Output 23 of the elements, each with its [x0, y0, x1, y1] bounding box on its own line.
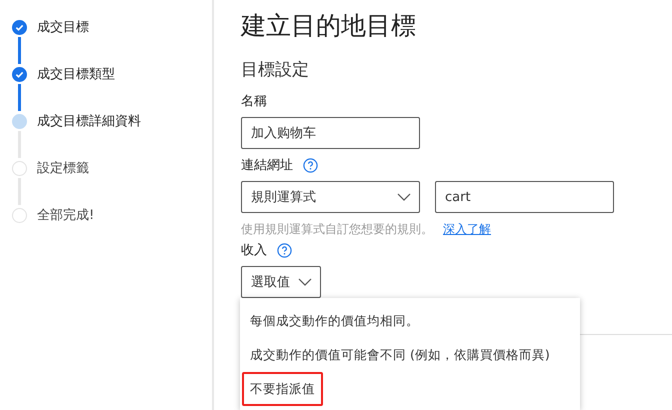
menu-option[interactable]: 每個成交動作的價值均相同。: [242, 304, 427, 338]
name-input[interactable]: 加入购物车: [241, 117, 420, 149]
chevron-down-icon: [397, 193, 411, 201]
learn-more-link[interactable]: 深入了解: [443, 221, 491, 238]
help-icon[interactable]: [277, 242, 292, 258]
help-icon[interactable]: [303, 158, 318, 172]
page-title: 建立目的地目標: [241, 10, 417, 42]
field-label: 收入: [241, 242, 267, 259]
section-title: 目標設定: [241, 59, 310, 81]
rule-select[interactable]: 規則運算式: [241, 181, 420, 213]
step-label: 成交目標類型: [37, 66, 115, 83]
menu-option[interactable]: 不要指派值: [242, 372, 323, 406]
step-label: 全部完成!: [37, 207, 94, 224]
field-label: 名稱: [241, 93, 267, 110]
help-text: 使用規則運算式自訂您想要的規則。: [241, 221, 433, 238]
step-label: 成交目標詳細資料: [37, 113, 141, 130]
step-label: 設定標籤: [37, 160, 89, 177]
chevron-down-icon: [298, 278, 312, 286]
menu-option[interactable]: 成交動作的價值可能會不同 (例如，依購買價格而異): [242, 338, 558, 372]
step-label: 成交目標: [37, 19, 89, 36]
field-label: 連結網址: [241, 157, 293, 174]
value-select[interactable]: 選取值: [241, 266, 321, 298]
url-input[interactable]: cart: [435, 181, 614, 213]
